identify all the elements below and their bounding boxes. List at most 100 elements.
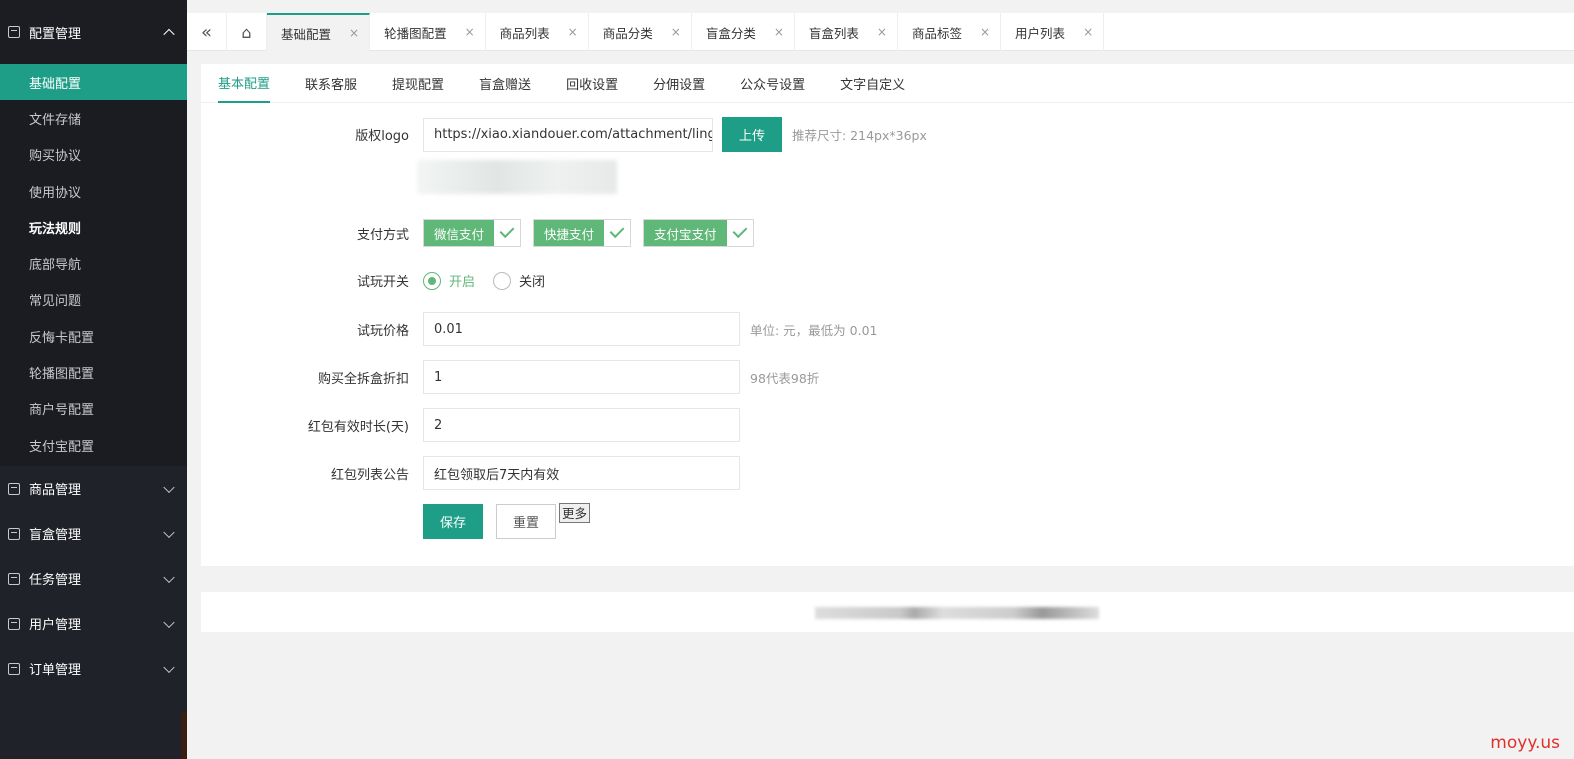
tab-goods-category[interactable]: 商品分类 × <box>589 13 692 51</box>
tab-goods-tags[interactable]: 商品标签 × <box>898 13 1002 51</box>
sidebar-item-faq[interactable]: 常见问题 <box>0 282 187 318</box>
home-button[interactable]: ⌂ <box>227 13 267 51</box>
subtab-commission[interactable]: 分佣设置 <box>653 64 705 103</box>
close-icon[interactable]: × <box>877 25 887 39</box>
tab-goods-list[interactable]: 商品列表 × <box>486 13 589 51</box>
logo-size-hint: 推荐尺寸: 214px*36px <box>792 128 927 143</box>
subtab-official-account[interactable]: 公众号设置 <box>740 64 805 103</box>
radio-circle-icon <box>423 271 441 290</box>
form-actions: 保存 重置 更多 <box>201 502 591 539</box>
tab-label: 盲盒列表 <box>808 25 859 41</box>
form-row-redpack-days: 红包有效时长(天) 2 <box>201 408 740 442</box>
check-icon <box>732 222 747 238</box>
pay-wechat-checkbox[interactable]: 微信支付 <box>423 219 522 247</box>
close-icon[interactable]: × <box>980 25 990 39</box>
discount-label: 购买全拆盒折扣 <box>317 371 409 387</box>
sidebar-group-goods[interactable]: 商品管理 <box>0 466 187 511</box>
user-icon <box>8 617 20 630</box>
config-card: 基本配置 联系客服 提现配置 盲盒赠送 回收设置 分佣设置 公众号设置 文字自定… <box>201 64 1574 566</box>
pay-quick-checkbox[interactable]: 快捷支付 <box>533 219 632 247</box>
logo-preview-image <box>417 160 617 194</box>
order-icon <box>8 662 20 675</box>
tab-user-list[interactable]: 用户列表 × <box>1001 13 1105 51</box>
trial-switch-label: 试玩开关 <box>356 275 409 290</box>
close-icon[interactable]: × <box>1083 25 1093 39</box>
sidebar-item-alipay[interactable]: 支付宝配置 <box>0 427 187 463</box>
sidebar-group-label: 盲盒管理 <box>29 528 82 544</box>
trial-off-radio[interactable]: 关闭 <box>493 271 545 290</box>
tab-label: 商品标签 <box>911 25 962 41</box>
footer-copyright-blurred <box>815 607 1099 619</box>
sidebar-group-task[interactable]: 任务管理 <box>0 556 187 601</box>
discount-hint: 98代表98折 <box>750 370 820 386</box>
reset-button[interactable]: 重置 <box>496 504 556 539</box>
sidebar-group-order[interactable]: 订单管理 <box>0 646 187 691</box>
sidebar-item-merchant[interactable]: 商户号配置 <box>0 391 187 427</box>
close-icon[interactable]: × <box>671 25 681 39</box>
sidebar-item-purchase-agreement[interactable]: 购买协议 <box>0 137 187 173</box>
chevron-down-icon <box>163 526 175 538</box>
form-row-logo: 版权logo https://xiao.xiandouer.com/attach… <box>201 117 927 152</box>
sidebar-group-user[interactable]: 用户管理 <box>0 601 187 646</box>
config-subtabs: 基本配置 联系客服 提现配置 盲盒赠送 回收设置 分佣设置 公众号设置 文字自定… <box>201 64 1574 103</box>
sidebar-item-regret-card[interactable]: 反悔卡配置 <box>0 318 187 354</box>
double-chevron-left-icon: « <box>200 21 212 43</box>
checkbox-label: 快捷支付 <box>534 220 605 246</box>
sidebar-item-basic-config[interactable]: 基础配置 <box>0 64 187 101</box>
subtab-box-gift[interactable]: 盲盒赠送 <box>479 64 531 103</box>
sidebar-group-blindbox[interactable]: 盲盒管理 <box>0 511 187 556</box>
tab-box-list[interactable]: 盲盒列表 × <box>795 13 898 51</box>
sidebar-group-label: 任务管理 <box>29 573 82 589</box>
redpack-days-input[interactable]: 2 <box>423 408 740 442</box>
tab-label: 盲盒分类 <box>705 25 756 41</box>
upload-button[interactable]: 上传 <box>722 117 782 152</box>
form-row-pay: 支付方式 微信支付 快捷支付 支付宝支付 <box>201 219 766 247</box>
save-button[interactable]: 保存 <box>423 504 483 539</box>
watermark-text: moyy.us <box>1490 733 1560 753</box>
close-icon[interactable]: × <box>349 26 359 40</box>
chevron-down-icon <box>163 616 175 628</box>
sidebar-item-game-rules[interactable]: 玩法规则 <box>0 209 187 245</box>
subtab-withdraw[interactable]: 提现配置 <box>392 64 444 103</box>
close-icon[interactable]: × <box>568 25 578 39</box>
tab-label: 轮播图配置 <box>384 25 447 41</box>
tab-box-category[interactable]: 盲盒分类 × <box>692 13 795 51</box>
sidebar-item-file-storage[interactable]: 文件存储 <box>0 100 187 136</box>
subtab-text-custom[interactable]: 文字自定义 <box>840 64 905 103</box>
tab-label: 基础配置 <box>281 26 332 42</box>
collapse-sidebar-button[interactable]: « <box>187 13 227 51</box>
close-icon[interactable]: × <box>774 25 784 39</box>
checkbox-label: 支付宝支付 <box>644 220 727 246</box>
logo-url-input[interactable]: https://xiao.xiandouer.com/attachment/li… <box>423 117 713 152</box>
close-icon[interactable]: × <box>465 25 475 39</box>
trial-on-radio[interactable]: 开启 <box>423 271 475 290</box>
redpack-notice-input[interactable]: 红包领取后7天内有效 <box>423 456 740 490</box>
footer-bar <box>201 592 1574 632</box>
sidebar-group-label: 商品管理 <box>29 483 82 499</box>
checkbox-label: 微信支付 <box>424 220 495 246</box>
sidebar-item-bottom-nav[interactable]: 底部导航 <box>0 245 187 281</box>
redpack-days-label: 红包有效时长(天) <box>307 419 409 435</box>
trial-price-hint: 单位: 元，最低为 0.01 <box>750 322 878 338</box>
check-icon <box>609 222 625 238</box>
check-icon <box>499 222 515 238</box>
sidebar-item-usage-agreement[interactable]: 使用协议 <box>0 173 187 209</box>
sidebar-group-label: 配置管理 <box>29 26 82 42</box>
chevron-down-icon <box>163 661 175 673</box>
more-button[interactable]: 更多 <box>559 502 591 523</box>
tab-carousel-config[interactable]: 轮播图配置 × <box>370 13 486 51</box>
sidebar-group-config[interactable]: 配置管理 <box>0 0 187 64</box>
subtab-contact[interactable]: 联系客服 <box>305 64 357 103</box>
subtab-recycle[interactable]: 回收设置 <box>566 64 618 103</box>
discount-input[interactable]: 1 <box>423 360 740 394</box>
tab-basic-config[interactable]: 基础配置 × <box>267 13 371 51</box>
form-row-trial-price: 试玩价格 0.01 单位: 元，最低为 0.01 <box>201 312 878 346</box>
settings-doc-icon <box>8 26 20 38</box>
sidebar-submenu-config: 基础配置 文件存储 购买协议 使用协议 玩法规则 底部导航 常见问题 反悔卡配置… <box>0 64 187 467</box>
sidebar-item-carousel[interactable]: 轮播图配置 <box>0 354 187 390</box>
trial-price-input[interactable]: 0.01 <box>423 312 740 346</box>
subtab-basic[interactable]: 基本配置 <box>218 64 271 103</box>
radio-circle-icon <box>493 271 512 290</box>
pay-alipay-checkbox[interactable]: 支付宝支付 <box>643 219 754 247</box>
radio-label: 关闭 <box>519 275 546 290</box>
